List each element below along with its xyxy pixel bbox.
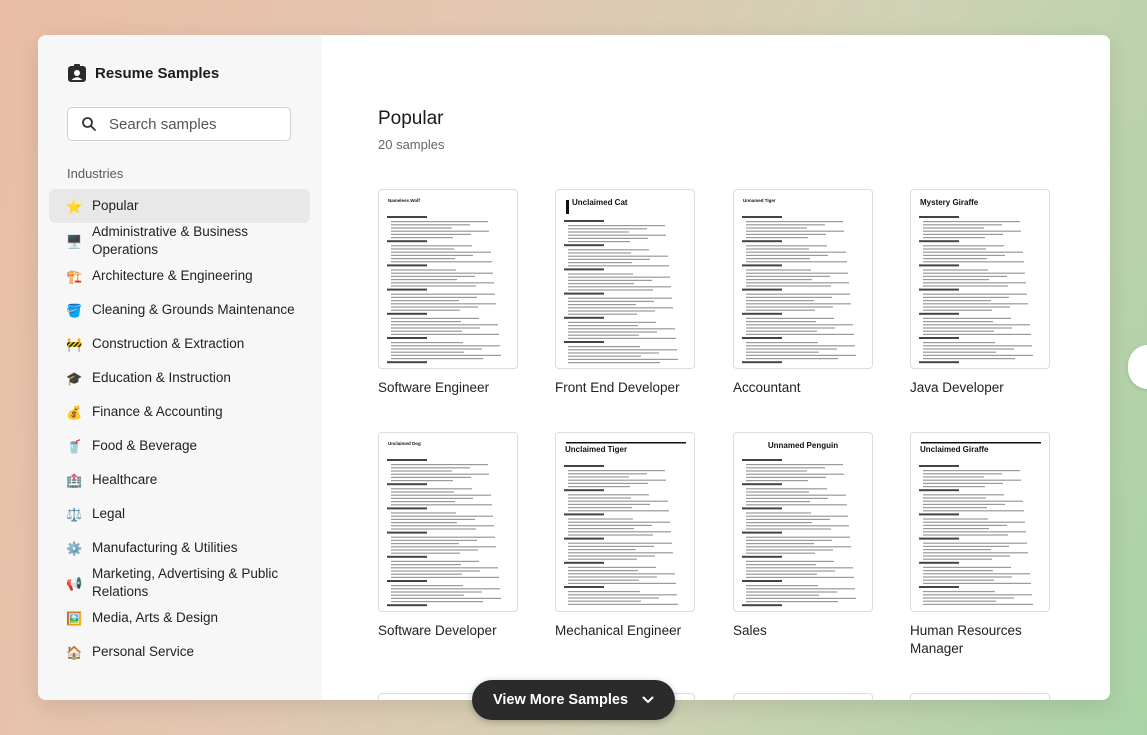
- industry-label: Marketing, Advertising & Public Relation…: [92, 566, 279, 599]
- carousel-next-button[interactable]: [1128, 345, 1147, 389]
- industry-item[interactable]: 🎓 Education & Instruction: [49, 361, 310, 395]
- industry-item[interactable]: 🖼️ Media, Arts & Design: [49, 601, 310, 635]
- sample-card[interactable]: Unclaimed Cat Front End Developer: [555, 189, 697, 397]
- industry-label: Manufacturing & Utilities: [92, 540, 238, 555]
- industry-label: Architecture & Engineering: [92, 268, 253, 283]
- industry-label: Finance & Accounting: [92, 404, 223, 419]
- resume-thumbnail: Unclaimed Tiger: [555, 432, 695, 612]
- brand: Resume Samples: [67, 63, 219, 83]
- resume-name: Unclaimed Giraffe: [920, 445, 989, 454]
- sample-card[interactable]: Unclaimed Giraffe Human Resources Manager: [910, 432, 1052, 658]
- industry-item[interactable]: 🪣 Cleaning & Grounds Maintenance: [49, 293, 310, 327]
- resume-thumbnail: [733, 693, 873, 700]
- view-more-label: View More Samples: [492, 692, 629, 708]
- industry-label: Cleaning & Grounds Maintenance: [92, 302, 295, 317]
- chevron-down-icon: [642, 696, 654, 703]
- framed-picture-icon: 🖼️: [66, 610, 83, 626]
- resume-icon: [68, 64, 86, 82]
- sample-label: Software Developer: [378, 623, 497, 638]
- industry-item[interactable]: 📢 Marketing, Advertising & Public Relatio…: [49, 565, 310, 601]
- industry-item[interactable]: 🚧 Construction & Extraction: [49, 327, 310, 361]
- resume-name: Unclaimed Cat: [572, 198, 628, 207]
- search-box[interactable]: [67, 107, 291, 141]
- main-content: Popular 20 samples Nameless Wolf Software…: [322, 35, 1110, 700]
- resume-thumbnail: Unclaimed Giraffe: [910, 432, 1050, 612]
- industry-label: Education & Instruction: [92, 370, 231, 385]
- resume-thumbnail: [910, 693, 1050, 700]
- industries-heading: Industries: [67, 166, 124, 181]
- sample-card[interactable]: Unnamed Penguin Sales: [733, 432, 875, 640]
- industry-label: Popular: [92, 198, 139, 213]
- search-icon: [82, 117, 96, 131]
- sample-label: Mechanical Engineer: [555, 623, 682, 638]
- industry-list: ⭐ Popular 🖥️ Administrative & Business Oper…: [49, 189, 310, 669]
- resume-name: Unnamed Penguin: [767, 441, 839, 450]
- industry-label: Legal: [92, 506, 126, 521]
- resume-name: Unnamed Tiger: [743, 198, 776, 203]
- resume-thumbnail: Unclaimed Dog: [378, 432, 518, 612]
- construction-barrier-icon: 🚧: [66, 336, 83, 352]
- resume-name: Unclaimed Dog: [388, 441, 421, 446]
- industry-label: Administrative & Business Operations: [92, 224, 249, 257]
- house-icon: 🏠: [66, 644, 83, 660]
- resume-thumbnail: Mystery Giraffe: [910, 189, 1050, 369]
- star-icon: ⭐: [66, 198, 83, 214]
- bucket-icon: 🪣: [66, 302, 83, 318]
- industry-label: Media, Arts & Design: [92, 610, 219, 625]
- money-bag-icon: 💰: [66, 404, 83, 420]
- sample-label: Software Engineer: [378, 380, 490, 395]
- sidebar: Resume Samples Industries ⭐ Popular 🖥️ Admi…: [38, 35, 322, 700]
- graduation-cap-icon: 🎓: [66, 370, 83, 386]
- sample-card[interactable]: Unnamed Tiger Accountant: [733, 189, 875, 397]
- sample-card[interactable]: Mystery Giraffe Java Developer: [910, 189, 1052, 397]
- industry-item[interactable]: ⚖️ Legal: [49, 497, 310, 531]
- industry-item[interactable]: 💰 Finance & Accounting: [49, 395, 310, 429]
- sample-card[interactable]: Nameless Wolf Software Engineer: [378, 189, 520, 397]
- industry-label: Food & Beverage: [92, 438, 198, 453]
- megaphone-icon: 📢: [66, 575, 83, 591]
- scales-icon: ⚖️: [66, 506, 83, 522]
- resume-thumbnail: Unclaimed Cat: [555, 189, 695, 369]
- sample-label: Java Developer: [910, 380, 1004, 395]
- industry-item[interactable]: 🏥 Healthcare: [49, 463, 310, 497]
- industry-item[interactable]: 🖥️ Administrative & Business Operations: [49, 223, 310, 259]
- resume-thumbnail: Unnamed Tiger: [733, 189, 873, 369]
- industry-item[interactable]: 🥤 Food & Beverage: [49, 429, 310, 463]
- cup-icon: 🥤: [66, 438, 83, 454]
- resume-thumbnail: Nameless Wolf: [378, 189, 518, 369]
- industry-item[interactable]: ⚙️ Manufacturing & Utilities: [49, 531, 310, 565]
- sample-label: Sales: [733, 623, 767, 638]
- sample-card[interactable]: Unclaimed Dog Software Developer: [378, 432, 520, 640]
- industry-item[interactable]: ⭐ Popular: [49, 189, 310, 223]
- industry-label: Construction & Extraction: [92, 336, 245, 351]
- resume-name: Nameless Wolf: [388, 198, 420, 203]
- resume-name: Mystery Giraffe: [920, 198, 979, 207]
- building-construction-icon: 🏗️: [66, 268, 83, 284]
- industry-label: Healthcare: [92, 472, 158, 487]
- hospital-icon: 🏥: [66, 472, 83, 488]
- sample-card[interactable]: Unclaimed Tiger Mechanical Engineer: [555, 432, 697, 640]
- section-title: Popular: [378, 108, 444, 129]
- industry-label: Personal Service: [92, 644, 195, 659]
- computer-icon: 🖥️: [66, 233, 83, 249]
- sample-count: 20 samples: [378, 137, 445, 152]
- view-more-button[interactable]: View More Samples: [472, 680, 675, 720]
- resume-name: Unclaimed Tiger: [565, 445, 628, 454]
- sample-label: Human Resources Manager: [910, 623, 1022, 656]
- search-input[interactable]: [109, 115, 279, 133]
- sample-label: Accountant: [733, 380, 801, 395]
- app-title: Resume Samples: [95, 64, 220, 82]
- app-window: Resume Samples Industries ⭐ Popular 🖥️ Admi…: [38, 35, 1110, 700]
- sample-label: Front End Developer: [555, 380, 680, 395]
- resume-thumbnail: Unnamed Penguin: [733, 432, 873, 612]
- industry-item[interactable]: 🏗️ Architecture & Engineering: [49, 259, 310, 293]
- gear-icon: ⚙️: [66, 540, 83, 556]
- industry-item[interactable]: 🏠 Personal Service: [49, 635, 310, 669]
